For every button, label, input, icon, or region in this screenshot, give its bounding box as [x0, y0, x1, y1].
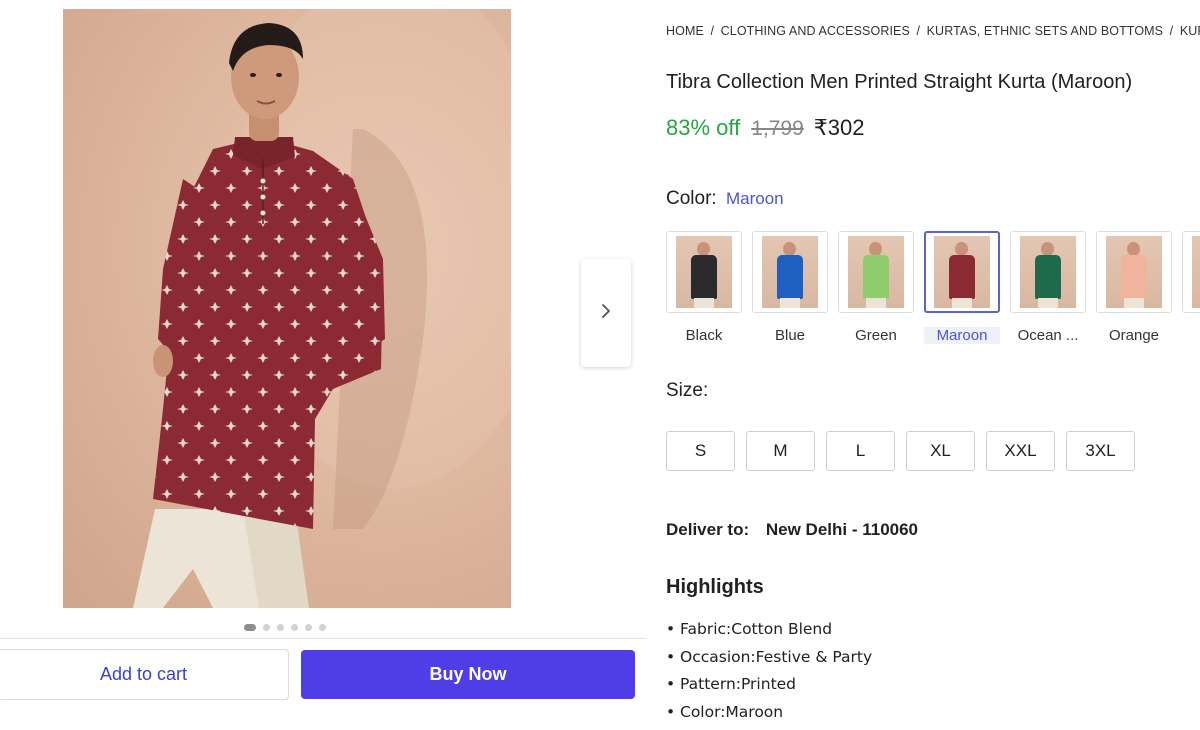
swatch-image: [1020, 236, 1076, 308]
highlights-heading: Highlights: [666, 576, 764, 598]
delivery-pincode: New Delhi - 110060: [765, 520, 919, 539]
carousel-dot[interactable]: [277, 623, 284, 631]
chevron-right-icon: [600, 302, 612, 325]
bullet: •: [666, 620, 676, 638]
highlight-item: • Pattern:Printed: [666, 675, 872, 703]
carousel-dot[interactable]: [305, 623, 312, 631]
swatch-label: Maroon: [924, 327, 1000, 344]
color-swatch-black[interactable]: Black: [666, 231, 742, 344]
size-heading: Size:: [666, 380, 709, 401]
highlight-item: • Fabric:Cotton Blend: [666, 620, 872, 648]
breadcrumb-item-clothing[interactable]: CLOTHING AND ACCESSORIES: [721, 24, 910, 38]
swatch-label: Green: [855, 327, 897, 344]
size-option-xxl[interactable]: XXL: [986, 431, 1055, 471]
swatch-thumbnail: [666, 231, 742, 313]
highlight-item: • Color:Maroon: [666, 703, 872, 730]
color-heading: Color: Maroon: [666, 188, 784, 210]
swatch-thumbnail: [838, 231, 914, 313]
swatch-label: Ocean ...: [1017, 327, 1079, 344]
highlight-item: • Occasion:Festive & Party: [666, 648, 872, 676]
swatch-thumbnail: [1182, 231, 1200, 313]
carousel-dot[interactable]: [319, 623, 326, 631]
breadcrumb-separator: /: [1169, 24, 1174, 38]
highlight-text: Pattern:Printed: [680, 675, 797, 693]
size-option-l[interactable]: L: [826, 431, 895, 471]
size-options: S M L XL XXL 3XL: [666, 431, 1135, 471]
next-image-button[interactable]: [581, 259, 631, 367]
breadcrumb-separator: /: [916, 24, 921, 38]
image-carousel-indicator: [244, 623, 326, 631]
highlights-list: • Fabric:Cotton Blend • Occasion:Festive &…: [666, 620, 872, 730]
color-swatch-green[interactable]: Green: [838, 231, 914, 344]
deliver-to-label: Deliver to:: [666, 520, 750, 539]
swatch-image: [762, 236, 818, 308]
breadcrumb-item-kurtas-ethnic[interactable]: KURTAS, ETHNIC SETS AND BOTTOMS: [927, 24, 1163, 38]
color-swatch-orange[interactable]: Orange: [1096, 231, 1172, 344]
buy-now-button[interactable]: Buy Now: [301, 650, 635, 699]
bullet: •: [666, 647, 676, 666]
swatch-image: [934, 236, 990, 308]
size-option-m[interactable]: M: [746, 431, 815, 471]
breadcrumb-separator: /: [710, 24, 715, 38]
swatch-thumbnail: [752, 231, 828, 313]
swatch-image: [1106, 236, 1162, 308]
model-photo: [133, 9, 511, 608]
highlight-text: Color:Maroon: [680, 702, 784, 721]
breadcrumb: HOME / CLOTHING AND ACCESSORIES / KURTAS…: [666, 24, 1200, 38]
bullet: •: [666, 675, 676, 693]
color-swatch-maroon[interactable]: Maroon: [924, 231, 1000, 344]
carousel-dot[interactable]: [291, 623, 298, 631]
size-option-xl[interactable]: XL: [906, 431, 975, 471]
swatch-image: [1192, 236, 1200, 308]
color-label: Color:: [666, 188, 717, 209]
swatch-thumbnail: [1096, 231, 1172, 313]
breadcrumb-item-kurtas[interactable]: KURTAS: [1180, 24, 1200, 38]
color-swatch-more[interactable]: [1182, 231, 1200, 327]
swatch-label: Orange: [1108, 327, 1160, 344]
size-option-3xl[interactable]: 3XL: [1066, 431, 1135, 471]
swatch-image: [848, 236, 904, 308]
price-row: 83% off 1,799 ₹302: [666, 115, 864, 141]
carousel-dot[interactable]: [244, 623, 256, 631]
swatch-label: Black: [685, 327, 723, 344]
product-title: Tibra Collection Men Printed Straight Ku…: [666, 71, 1133, 93]
discount-percent: 83% off: [666, 115, 741, 140]
swatch-image: [676, 236, 732, 308]
swatch-label: Blue: [774, 327, 806, 344]
size-option-s[interactable]: S: [666, 431, 735, 471]
bullet: •: [666, 702, 676, 721]
breadcrumb-item-home[interactable]: HOME: [666, 24, 704, 38]
selling-price: ₹302: [813, 115, 865, 140]
selected-color-name: Maroon: [725, 189, 784, 208]
highlight-text: Fabric:Cotton Blend: [680, 620, 833, 638]
color-swatch-list: Black Blue Green Maroon Ocean ... Orange: [666, 231, 1200, 351]
color-swatch-blue[interactable]: Blue: [752, 231, 828, 344]
color-swatch-ocean[interactable]: Ocean ...: [1010, 231, 1086, 344]
product-main-image[interactable]: [63, 9, 511, 608]
swatch-thumbnail: [1010, 231, 1086, 313]
carousel-dot[interactable]: [263, 623, 270, 631]
add-to-cart-button[interactable]: Add to cart: [0, 649, 289, 700]
original-price: 1,799: [751, 117, 804, 140]
highlight-text: Occasion:Festive & Party: [680, 647, 873, 666]
divider: [0, 638, 646, 639]
swatch-thumbnail: [924, 231, 1000, 313]
delivery-location[interactable]: Deliver to: New Delhi - 110060: [666, 520, 918, 540]
